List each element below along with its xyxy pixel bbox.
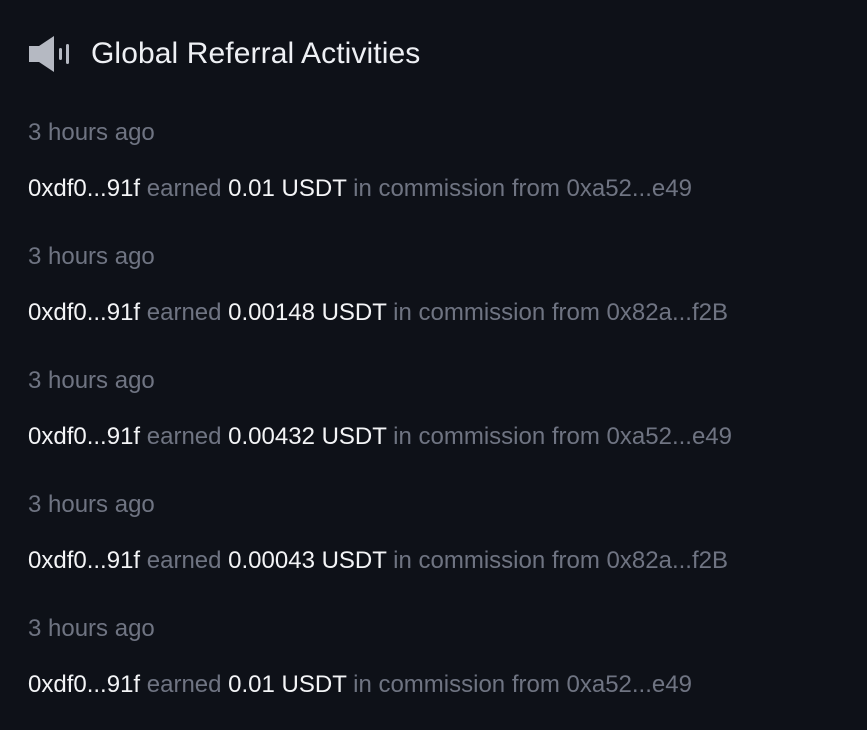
activity-time: 3 hours ago xyxy=(28,491,155,518)
activity-item: 3 hours ago 0xdf0...91f earned 0.00148 U… xyxy=(28,234,857,358)
referrer-address: 0xdf0...91f xyxy=(28,299,141,326)
commission-label: in commission from xyxy=(393,423,600,450)
commission-amount: 0.00043 USDT xyxy=(228,547,387,574)
commission-amount: 0.00432 USDT xyxy=(228,423,387,450)
commission-amount: 0.01 USDT xyxy=(228,671,347,698)
activity-feed: 3 hours ago 0xdf0...91f earned 0.01 USDT… xyxy=(28,110,857,730)
source-address: 0xa52...e49 xyxy=(606,423,732,450)
source-address: 0xa52...e49 xyxy=(566,175,692,202)
panel-header: Global Referral Activities xyxy=(28,30,420,78)
activity-description: 0xdf0...91f earned 0.01 USDT in commissi… xyxy=(28,662,857,708)
commission-label: in commission from xyxy=(353,671,560,698)
earned-label: earned xyxy=(146,423,222,450)
activity-description: 0xdf0...91f earned 0.01 USDT in commissi… xyxy=(28,166,857,212)
referrer-address: 0xdf0...91f xyxy=(28,175,141,202)
referral-activities-panel: Global Referral Activities 3 hours ago 0… xyxy=(0,0,867,720)
earned-label: earned xyxy=(146,671,222,698)
earned-label: earned xyxy=(146,547,222,574)
commission-label: in commission from xyxy=(393,299,600,326)
referrer-address: 0xdf0...91f xyxy=(28,423,141,450)
source-address: 0x82a...f2B xyxy=(606,299,728,326)
source-address: 0x82a...f2B xyxy=(606,547,728,574)
referrer-address: 0xdf0...91f xyxy=(28,671,141,698)
commission-label: in commission from xyxy=(393,547,600,574)
activity-time: 3 hours ago xyxy=(28,615,155,642)
page-title: Global Referral Activities xyxy=(91,37,421,70)
activity-description: 0xdf0...91f earned 0.00148 USDT in commi… xyxy=(28,290,857,336)
commission-label: in commission from xyxy=(353,175,560,202)
activity-time: 3 hours ago xyxy=(28,367,155,394)
activity-item: 3 hours ago 0xdf0...91f earned 0.01 USDT… xyxy=(28,110,857,234)
speaker-icon xyxy=(28,31,74,77)
earned-label: earned xyxy=(146,175,222,202)
commission-amount: 0.00148 USDT xyxy=(228,299,387,326)
referrer-address: 0xdf0...91f xyxy=(28,547,141,574)
earned-label: earned xyxy=(146,299,222,326)
activity-description: 0xdf0...91f earned 0.00043 USDT in commi… xyxy=(28,538,857,584)
activity-item: 3 hours ago 0xdf0...91f earned 0.00432 U… xyxy=(28,358,857,482)
activity-description: 0xdf0...91f earned 0.00432 USDT in commi… xyxy=(28,414,857,460)
source-address: 0xa52...e49 xyxy=(566,671,692,698)
activity-time: 3 hours ago xyxy=(28,243,155,270)
activity-item: 3 hours ago 0xdf0...91f earned 0.00043 U… xyxy=(28,482,857,606)
commission-amount: 0.01 USDT xyxy=(228,175,347,202)
activity-item: 3 hours ago 0xdf0...91f earned 0.01 USDT… xyxy=(28,606,857,730)
activity-time: 3 hours ago xyxy=(28,119,155,146)
